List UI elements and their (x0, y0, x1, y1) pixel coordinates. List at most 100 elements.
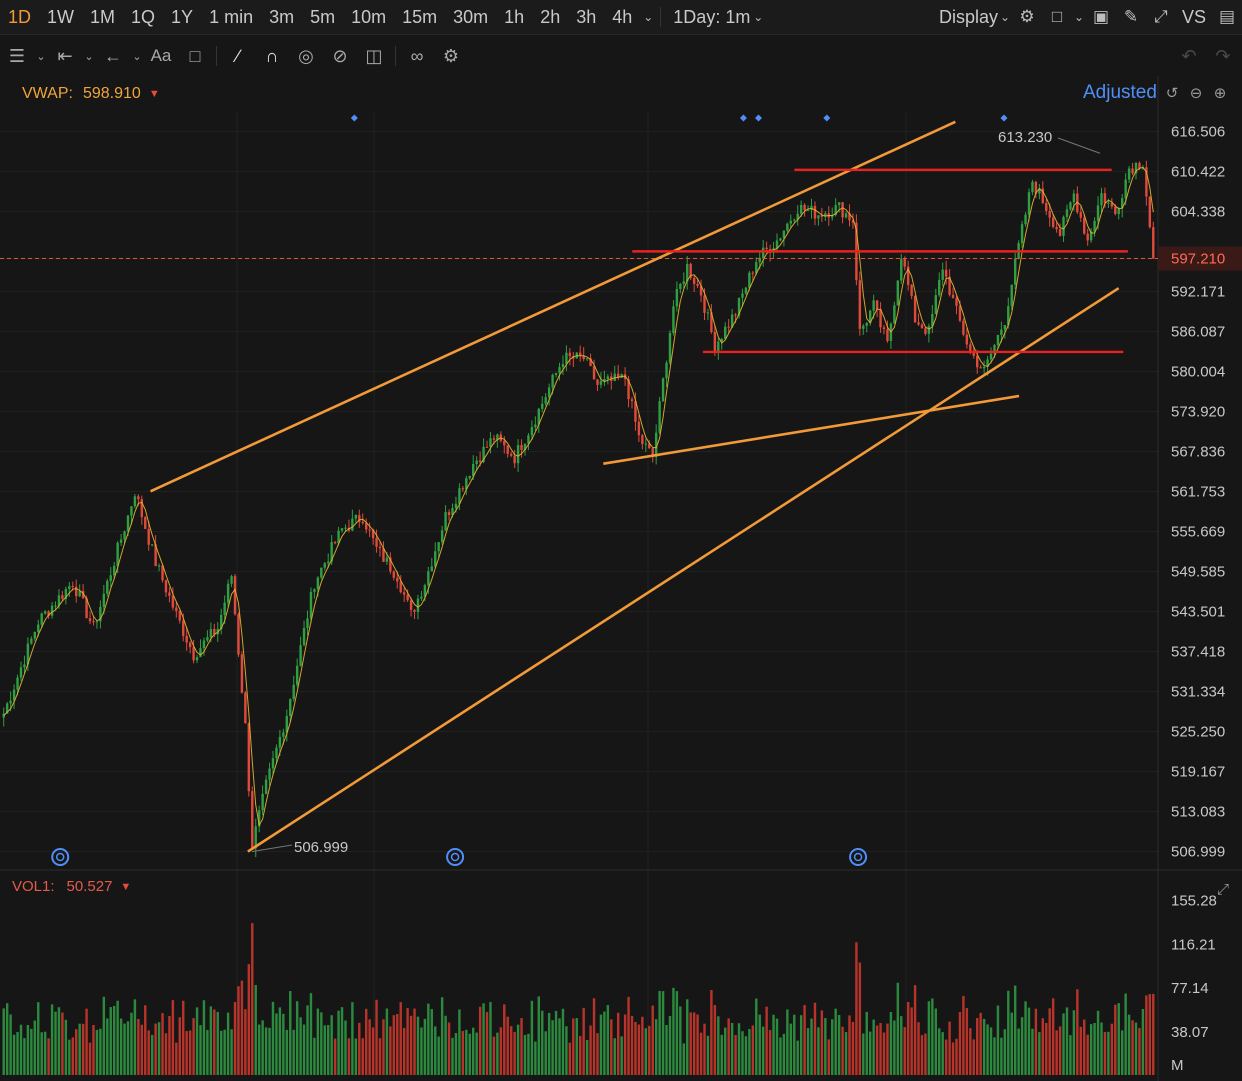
volume-bar (12, 1034, 16, 1075)
candle-body (941, 269, 944, 280)
volume-bar (875, 1025, 879, 1075)
high-leader (1057, 137, 1101, 154)
caret-down-icon[interactable]: ▼ (149, 88, 160, 100)
link-icon[interactable]: ∞ (400, 39, 434, 73)
volume-bar (81, 1023, 85, 1075)
price-tick-label: 592.171 (1171, 284, 1225, 301)
volume-bar (1141, 1009, 1145, 1075)
candle-body (817, 215, 820, 219)
range-icon[interactable]: ⇤ (48, 39, 82, 73)
text-tool-icon[interactable]: Aa (144, 39, 178, 73)
reset-icon[interactable]: ↺ (1162, 83, 1182, 103)
chevron-down-icon[interactable]: ⌄ (998, 2, 1012, 32)
candle-body (416, 598, 420, 612)
candle-body (913, 295, 917, 323)
comment-icon[interactable]: □ (178, 39, 212, 73)
arrow-left-icon[interactable]: ← (96, 39, 130, 73)
timeframe-15m[interactable]: 15m (394, 7, 445, 28)
candle-body (796, 213, 799, 220)
price-chart[interactable]: 616.506 610.422 604.338 597.210 592.171 586.0… (0, 0, 1242, 1081)
timeframe-3h[interactable]: 3h (568, 7, 604, 28)
candle-body (547, 387, 551, 398)
volume-bar (1107, 1031, 1110, 1075)
timeframe-30m[interactable]: 30m (445, 7, 496, 28)
gear-icon[interactable]: ⚙ (1012, 2, 1042, 32)
chevron-down-icon[interactable]: ⌄ (130, 39, 144, 73)
candle-body (1100, 193, 1103, 206)
volume-bar (620, 1036, 623, 1075)
timeframe-2h[interactable]: 2h (532, 7, 568, 28)
timeframe-3m[interactable]: 3m (261, 7, 302, 28)
timeframe-1q[interactable]: 1Q (123, 7, 163, 28)
camera-icon[interactable]: ▣ (1086, 2, 1116, 32)
candle-body (1134, 162, 1138, 174)
candle-body (302, 627, 306, 646)
candle-body (1055, 226, 1058, 230)
candle-body (1103, 193, 1107, 204)
eye-icon[interactable]: ◎ (289, 39, 323, 73)
zoom-in-icon[interactable]: ⊕ (1210, 83, 1230, 103)
event-marker (823, 114, 831, 122)
trash-icon[interactable]: ◫ (357, 39, 391, 73)
volume-bar (903, 1027, 906, 1075)
volume-bar (378, 1038, 382, 1075)
volume-bar (796, 1040, 799, 1075)
pencil-icon[interactable]: ✎ (1116, 2, 1146, 32)
list-icon[interactable]: ☰ (0, 39, 34, 73)
candle-body (1013, 258, 1017, 285)
volume-bar (75, 1029, 78, 1075)
drawing-toolbar: ☰ ⌄ ⇤ ⌄ ← ⌄ Aa □ ∕ ∩ ◎ ⊘ ◫ ∞ ⚙ ↶ ↷ (0, 38, 1242, 74)
timeframe-1w[interactable]: 1W (39, 7, 82, 28)
hide-icon[interactable]: ⊘ (323, 39, 357, 73)
candle-body (906, 266, 910, 285)
timeframe-4h[interactable]: 4h (604, 7, 640, 28)
chevron-down-icon[interactable]: ⌄ (34, 39, 48, 73)
vs-button[interactable]: VS (1176, 7, 1212, 28)
interval-select[interactable]: 1Day: 1m (665, 7, 758, 28)
magnet-icon[interactable]: ∩ (255, 39, 289, 73)
volume-bar (472, 1027, 475, 1075)
layout-square-icon[interactable]: □ (1042, 2, 1072, 32)
redo-icon[interactable]: ↷ (1206, 39, 1240, 73)
candle-body (813, 205, 817, 219)
chevron-down-icon[interactable]: ⌄ (82, 39, 96, 73)
volume-bar (275, 1013, 278, 1075)
volume-bar (976, 1018, 979, 1075)
volume-bar (841, 1026, 844, 1075)
timeframe-10m[interactable]: 10m (343, 7, 394, 28)
volume-bar (820, 1010, 824, 1075)
chevron-down-icon[interactable]: ⌄ (640, 2, 656, 32)
volume-bar (610, 1019, 613, 1075)
zoom-out-icon[interactable]: ⊖ (1186, 83, 1206, 103)
chevron-down-icon[interactable]: ⌄ (1072, 2, 1086, 32)
volume-bar (454, 1033, 458, 1075)
caret-down-icon[interactable]: ▼ (120, 881, 131, 893)
timeframe-1m[interactable]: 1M (82, 7, 123, 28)
trend-line (149, 120, 956, 493)
undo-icon[interactable]: ↶ (1172, 39, 1206, 73)
volume-bar (958, 1011, 962, 1075)
expand-icon[interactable]: ⤢ (1212, 878, 1234, 900)
window-icon[interactable]: ▤ (1212, 2, 1242, 32)
candle-body (554, 372, 558, 375)
timeframe-1y[interactable]: 1Y (163, 7, 201, 28)
fullscreen-icon[interactable]: ⤢ (1146, 2, 1176, 32)
volume-bar (627, 996, 630, 1075)
volume-bar (347, 1038, 351, 1075)
chevron-down-icon[interactable]: ⌄ (750, 2, 766, 32)
adjusted-toggle[interactable]: Adjusted (1083, 82, 1157, 104)
volume-bar (637, 1024, 641, 1075)
volume-bar (944, 1039, 948, 1075)
timeframe-5m[interactable]: 5m (302, 7, 343, 28)
line-tool-icon[interactable]: ∕ (221, 39, 255, 73)
candle-body (292, 684, 295, 700)
volume-bar (320, 1012, 323, 1075)
candle-body (1110, 202, 1114, 207)
display-button[interactable]: Display (931, 7, 1006, 28)
volume-bar (616, 1012, 620, 1075)
gear-icon[interactable]: ⚙ (434, 39, 468, 73)
timeframe-1h[interactable]: 1h (496, 7, 532, 28)
timeframe-1-min[interactable]: 1 min (201, 7, 261, 28)
volume-bar (913, 985, 917, 1075)
timeframe-1d[interactable]: 1D (0, 7, 39, 28)
